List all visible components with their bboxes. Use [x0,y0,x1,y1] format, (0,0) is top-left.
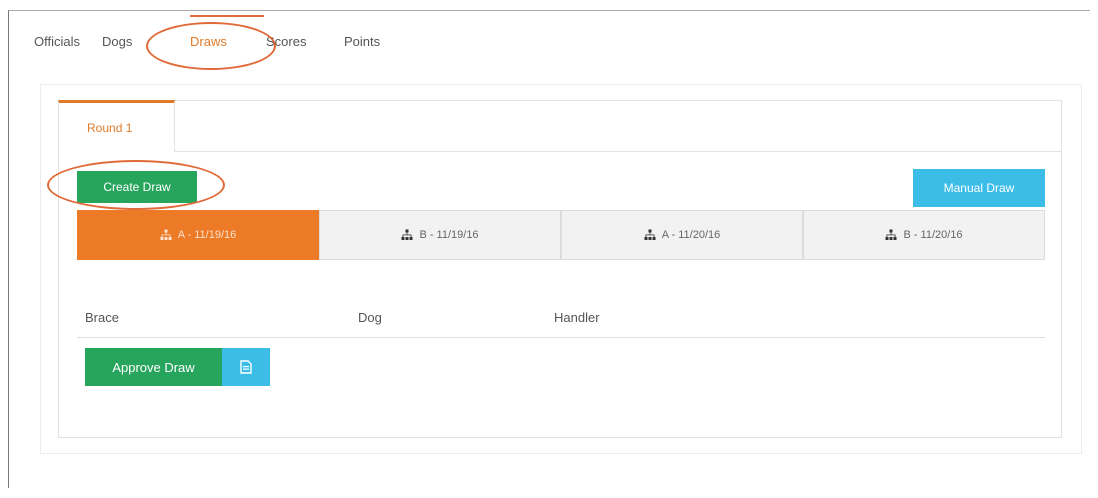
tab-round-1[interactable]: Round 1 [58,100,175,152]
manual-draw-button[interactable]: Manual Draw [913,169,1045,207]
draw-tab-label: B - 11/20/16 [903,229,963,241]
sitemap-icon [885,229,897,240]
nav-points[interactable]: Points [344,34,380,49]
create-draw-button[interactable]: Create Draw [77,171,197,203]
draw-tab-label: A - 11/20/16 [661,229,721,241]
draw-tab-a-11-19-16[interactable]: A - 11/19/16 [77,210,319,260]
table-header-divider [77,337,1045,338]
nav-draws[interactable]: Draws [190,34,227,49]
nav-scores[interactable]: Scores [266,34,306,49]
draw-tabs: A - 11/19/16 B - 11/19/16 A - 11/20/16 B… [77,210,1045,260]
tab-round-1-label: Round 1 [87,120,133,135]
document-button[interactable] [222,348,270,386]
column-header-handler: Handler [554,310,600,325]
approve-draw-button[interactable]: Approve Draw [85,348,222,386]
sitemap-icon [160,229,172,240]
column-header-dog: Dog [358,310,382,325]
draw-tab-b-11-20-16[interactable]: B - 11/20/16 [803,210,1045,260]
column-header-brace: Brace [85,310,119,325]
draw-tab-b-11-19-16[interactable]: B - 11/19/16 [319,210,561,260]
sitemap-icon [401,229,413,240]
draw-tab-a-11-20-16[interactable]: A - 11/20/16 [561,210,803,260]
sitemap-icon [644,229,656,240]
top-nav: Officials Dogs Draws Scores Points [34,34,434,54]
document-icon [240,360,252,374]
draw-tab-label: B - 11/19/16 [419,229,479,241]
tab-divider [175,151,1062,152]
nav-dogs[interactable]: Dogs [102,34,164,49]
nav-officials[interactable]: Officials [34,34,80,49]
draw-tab-label: A - 11/19/16 [177,229,237,241]
